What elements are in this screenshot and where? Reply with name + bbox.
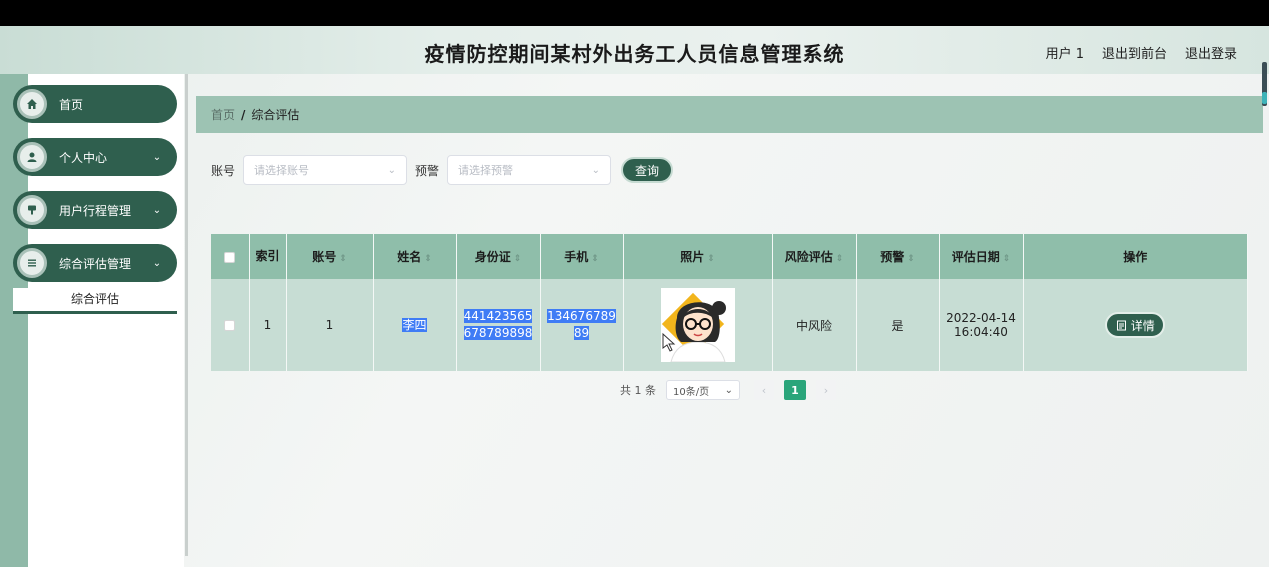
- sort-icon: ⇕: [513, 254, 522, 264]
- chevron-down-icon: ⌄: [152, 151, 162, 163]
- breadcrumb: 首页 / 综合评估: [196, 96, 1263, 133]
- page-number-current[interactable]: 1: [784, 380, 806, 400]
- page-size-select[interactable]: 10条/页 ⌄: [666, 380, 740, 400]
- home-icon: [17, 89, 47, 119]
- row-select-cell: [211, 279, 250, 371]
- pagination: 共 1 条 10条/页 ⌄ ‹ 1 ›: [620, 380, 846, 400]
- col-header-account[interactable]: 账号 ⇕: [286, 234, 374, 279]
- chevron-down-icon: ⌄: [724, 384, 733, 396]
- col-header-name[interactable]: 姓名 ⇕: [373, 234, 457, 279]
- cell-warning: 是: [856, 279, 940, 371]
- chevron-down-icon: ⌄: [387, 164, 397, 176]
- account-select[interactable]: 请选择账号 ⌄: [243, 155, 408, 185]
- breadcrumb-current: 综合评估: [251, 108, 300, 122]
- col-header-id-card[interactable]: 身份证 ⇕: [456, 234, 541, 279]
- col-header-date[interactable]: 评估日期 ⇕: [939, 234, 1024, 279]
- cell-id-card: 441423565 678789898: [456, 279, 541, 371]
- chevron-down-icon: ⌄: [152, 257, 162, 269]
- sort-icon: ⇕: [591, 254, 599, 264]
- row-checkbox[interactable]: [224, 320, 236, 331]
- pagination-total: 共 1 条: [620, 384, 656, 397]
- assessment-table: 索引 账号 ⇕ 姓名 ⇕ 身份证 ⇕ 手机 ⇕ 照片 ⇕ 风险评估 ⇕ 预警 ⇕ 评估日期 ⇕ …: [211, 234, 1248, 371]
- table-header-row: 索引 账号 ⇕ 姓名 ⇕ 身份证 ⇕ 手机 ⇕ 照片 ⇕ 风险评估 ⇕ 预警 ⇕ 评估日期 ⇕ …: [211, 234, 1248, 279]
- sidebar-item-assessment[interactable]: 综合评估管理 ⌄: [13, 244, 177, 282]
- search-bar: 账号 请选择账号 ⌄ 预警 请选择预警 ⌄ 查询: [211, 155, 674, 185]
- sort-icon: ⇕: [835, 254, 844, 264]
- cell-date: 2022-04-14 16:04:40: [939, 279, 1024, 371]
- sort-icon: ⇕: [1002, 254, 1011, 264]
- breadcrumb-home[interactable]: 首页: [211, 106, 235, 123]
- app-header: 疫情防控期间某村外出务工人员信息管理系统 用户 1 退出到前台 退出登录: [0, 26, 1269, 74]
- document-icon: [1116, 320, 1126, 330]
- sidebar-item-label: 首页: [59, 97, 84, 112]
- col-header-index[interactable]: 索引: [249, 234, 287, 279]
- select-all-cell: [211, 234, 250, 279]
- cell-actions: 详情: [1023, 279, 1248, 371]
- cell-index: 1: [249, 279, 287, 371]
- cell-phone: 134676789 89: [540, 279, 624, 371]
- avatar[interactable]: [660, 288, 735, 362]
- page-size-value: 10条/页: [673, 386, 710, 398]
- detail-button[interactable]: 详情: [1105, 312, 1166, 338]
- logout-link[interactable]: 退出登录: [1185, 43, 1237, 62]
- warning-select[interactable]: 请选择预警 ⌄: [447, 155, 612, 185]
- col-header-warning[interactable]: 预警 ⇕: [856, 234, 940, 279]
- sort-icon: ⇕: [707, 254, 715, 264]
- sidebar-item-home[interactable]: 首页: [13, 85, 177, 123]
- account-placeholder: 请选择账号: [254, 164, 310, 177]
- query-button[interactable]: 查询: [621, 157, 674, 183]
- submenu-item-assessment[interactable]: 综合评估: [13, 288, 177, 314]
- sort-icon: ⇕: [424, 254, 432, 264]
- sort-icon: ⇕: [339, 254, 347, 264]
- warning-label: 预警: [415, 163, 440, 178]
- chevron-down-icon: ⌄: [591, 164, 601, 176]
- sidebar-item-label: 个人中心: [59, 150, 108, 165]
- itinerary-icon: [17, 195, 47, 225]
- cell-name: 李四: [373, 279, 457, 371]
- select-all-checkbox[interactable]: [224, 251, 236, 263]
- next-page-button[interactable]: ›: [816, 380, 836, 400]
- col-header-phone[interactable]: 手机 ⇕: [540, 234, 624, 279]
- sidebar-item-label: 综合评估管理: [59, 256, 132, 271]
- user-label[interactable]: 用户 1: [1046, 43, 1084, 62]
- list-icon: [17, 248, 47, 278]
- sort-icon: ⇕: [907, 254, 915, 264]
- detail-button-label: 详情: [1130, 318, 1155, 333]
- sidebar-item-label: 用户行程管理: [59, 203, 132, 218]
- exit-to-front-link[interactable]: 退出到前台: [1102, 43, 1167, 62]
- table-row: 1 1 李四 441423565678789898 13467678989: [211, 279, 1248, 371]
- user-icon: [17, 142, 47, 172]
- prev-page-button[interactable]: ‹: [754, 380, 774, 400]
- window-top-bar: [0, 0, 1269, 26]
- header-links: 用户 1 退出到前台 退出登录: [1046, 43, 1237, 62]
- col-header-actions: 操作: [1023, 234, 1248, 279]
- scrollbar-thumb[interactable]: [1262, 92, 1267, 104]
- warning-placeholder: 请选择预警: [458, 164, 514, 177]
- breadcrumb-separator: /: [241, 107, 246, 122]
- cell-photo: [623, 279, 773, 371]
- sidebar-divider: [185, 74, 188, 556]
- col-header-photo[interactable]: 照片 ⇕: [623, 234, 773, 279]
- col-header-risk[interactable]: 风险评估 ⇕: [772, 234, 857, 279]
- account-label: 账号: [211, 163, 236, 178]
- cell-account: 1: [286, 279, 374, 371]
- sidebar-item-personal-center[interactable]: 个人中心 ⌄: [13, 138, 177, 176]
- cell-risk: 中风险: [772, 279, 857, 371]
- sidebar-item-itinerary[interactable]: 用户行程管理 ⌄: [13, 191, 177, 229]
- chevron-down-icon: ⌄: [152, 204, 162, 216]
